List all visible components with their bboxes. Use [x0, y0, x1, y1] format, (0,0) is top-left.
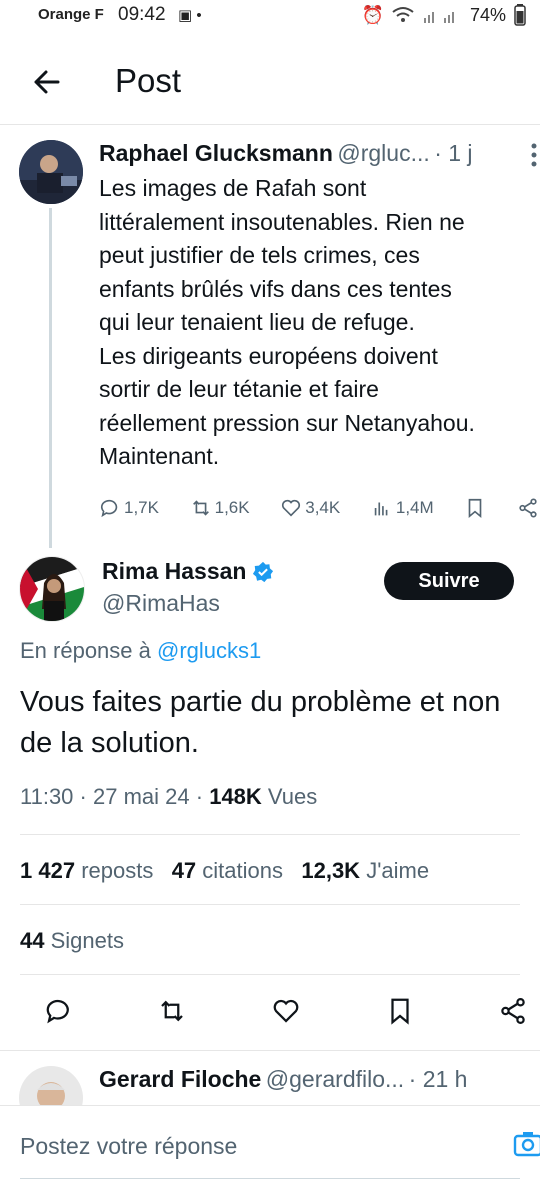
- status-bar: Orange F 09:42 ▣ • ⏰ 74%: [0, 0, 540, 34]
- back-arrow-icon[interactable]: [28, 62, 68, 102]
- avatar-raphael[interactable]: [19, 140, 83, 204]
- follow-button[interactable]: Suivre: [384, 562, 514, 600]
- page-title: Post: [115, 62, 182, 99]
- reply-prefix: En réponse à: [20, 638, 151, 663]
- share-action[interactable]: [517, 497, 539, 519]
- clock: 09:42: [118, 4, 166, 25]
- reposts-count: 1 427: [20, 858, 76, 883]
- thread-line: [49, 208, 52, 548]
- quotes-count: 47: [171, 858, 197, 883]
- wifi-icon: [392, 7, 414, 22]
- author-handle[interactable]: @RimaHas: [102, 590, 220, 617]
- camera-icon[interactable]: [512, 1128, 540, 1160]
- views-action[interactable]: 1,4M: [371, 497, 434, 519]
- heart-icon: [282, 499, 301, 517]
- avatar-rima[interactable]: [19, 556, 85, 622]
- tweet-time[interactable]: 11:30: [20, 784, 73, 809]
- divider: [20, 974, 520, 975]
- battery-percentage: 74%: [469, 4, 506, 25]
- verified-badge-icon: [253, 561, 274, 582]
- notification-icon: ▣ •: [178, 7, 202, 24]
- views-count: 148K: [209, 784, 262, 809]
- tweet-meta: 11:30 · 27 mai 24 · 148K Vues: [20, 784, 318, 809]
- reposts-stat[interactable]: 1 427 reposts: [20, 858, 153, 883]
- likes-label: J'aime: [366, 858, 430, 883]
- repost-icon: [192, 500, 209, 516]
- avatar-photo: [20, 557, 84, 621]
- bookmark-action[interactable]: [464, 497, 486, 519]
- author-name[interactable]: Gerard Filoche: [99, 1066, 261, 1092]
- bookmarks-label: Signets: [50, 928, 124, 953]
- divider: [0, 124, 540, 125]
- divider: [20, 904, 520, 905]
- divider: [0, 1105, 540, 1106]
- more-icon[interactable]: [530, 142, 538, 168]
- reply-input[interactable]: Postez votre réponse: [20, 1133, 237, 1160]
- author-handle[interactable]: @rgluc...: [337, 140, 429, 166]
- engagement-stats: 1 427 reposts 47 citations 12,3K J'aime: [20, 858, 429, 884]
- main-tweet-author[interactable]: Rima Hassan: [102, 558, 274, 585]
- views-icon: [374, 502, 388, 516]
- author-handle[interactable]: @gerardfilo...: [266, 1066, 404, 1092]
- divider: [20, 834, 520, 835]
- next-reply-header: Gerard Filoche @gerardfilo... · 21 h: [99, 1066, 467, 1093]
- likes-count: 12,3K: [301, 858, 361, 883]
- main-tweet-actions: [0, 996, 540, 1032]
- views-label: Vues: [267, 784, 318, 809]
- author-name[interactable]: Raphael Glucksmann: [99, 140, 333, 166]
- quotes-stat[interactable]: 47 citations: [172, 858, 283, 883]
- reply-to-link[interactable]: @rglucks1: [157, 638, 261, 663]
- repost-icon[interactable]: [157, 996, 187, 1026]
- reply-context: En réponse à @rglucks1: [20, 638, 261, 664]
- parent-tweet-header: Raphael Glucksmann @rgluc... · 1 j: [99, 140, 473, 167]
- input-underline: [20, 1178, 520, 1179]
- tweet-date[interactable]: 27 mai 24: [93, 784, 190, 809]
- parent-tweet-text: Les images de Rafah sont littéralement i…: [99, 175, 475, 469]
- repost-count: 1,6K: [214, 498, 250, 517]
- views-count: 1,4M: [395, 498, 434, 517]
- signal-icon: [423, 12, 454, 23]
- like-action[interactable]: 3,4K: [280, 497, 340, 519]
- reply-icon: [100, 499, 118, 518]
- carrier-label: Orange F: [38, 6, 104, 23]
- status-icons: ⏰ 74%: [362, 4, 526, 26]
- time-ago: · 21 h: [408, 1066, 468, 1092]
- parent-tweet-actions: 1,7K 1,6K 3,4K 1,4M: [99, 497, 539, 519]
- bookmark-icon[interactable]: [385, 996, 415, 1026]
- reply-action[interactable]: 1,7K: [99, 497, 159, 519]
- bookmarks-stat[interactable]: 44 Signets: [20, 928, 124, 954]
- share-icon[interactable]: [498, 996, 528, 1026]
- time-ago: · 1 j: [434, 140, 473, 166]
- bookmarks-count: 44: [20, 928, 45, 953]
- alarm-icon: ⏰: [361, 4, 384, 25]
- likes-stat[interactable]: 12,3K J'aime: [301, 858, 429, 883]
- heart-icon[interactable]: [271, 996, 301, 1026]
- main-tweet-text: Vous faites partie du problème et non de…: [20, 686, 501, 759]
- avatar-photo: [19, 140, 83, 204]
- author-name[interactable]: Rima Hassan: [102, 558, 246, 585]
- quotes-label: citations: [202, 858, 284, 883]
- reply-icon[interactable]: [44, 996, 74, 1026]
- repost-action[interactable]: 1,6K: [190, 497, 250, 519]
- bookmark-icon: [468, 498, 482, 519]
- reposts-label: reposts: [81, 858, 154, 883]
- reply-count: 1,7K: [124, 498, 159, 517]
- share-icon: [519, 498, 537, 518]
- divider: [0, 1050, 540, 1051]
- like-count: 3,4K: [305, 498, 341, 517]
- battery-icon: [514, 4, 526, 26]
